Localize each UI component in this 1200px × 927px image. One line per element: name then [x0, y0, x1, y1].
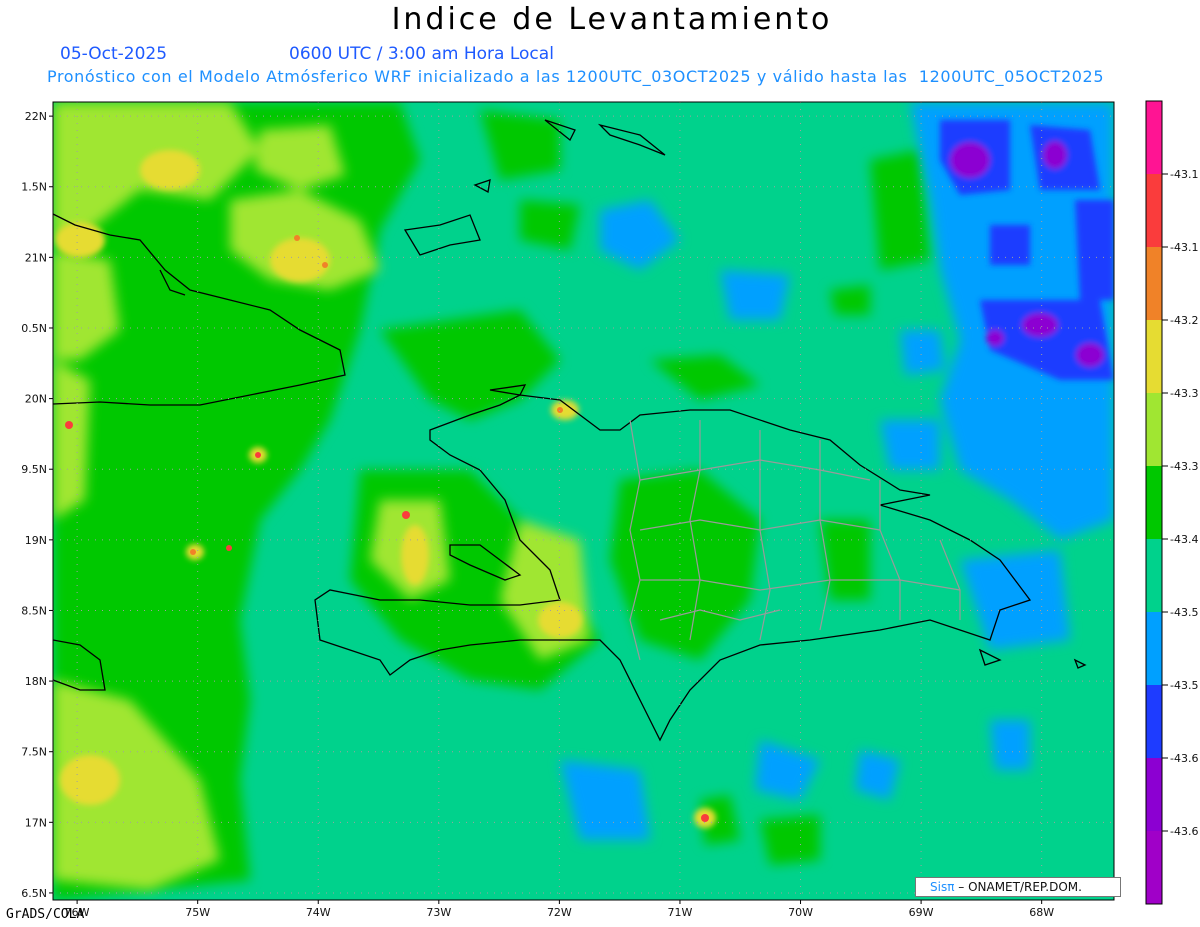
lat-tick-label: 9.5N [21, 463, 47, 476]
colorbar-label: -43.2 [1170, 314, 1198, 327]
watermark-box: Sisπ – ONAMET/REP.DOM. [915, 877, 1121, 897]
colorbar-swatch [1146, 612, 1162, 685]
colorbar-label: -43.1 [1170, 241, 1198, 254]
colorbar-swatch [1146, 101, 1162, 174]
lat-tick-label: 20N [25, 393, 47, 406]
lifted-index-map: 22N 1.5N 21N 0.5N 20N 9.5N 19N 8.5N 18N 7.5N 17N 6.… [21, 100, 1198, 919]
colorbar-label: -43.4 [1170, 533, 1198, 546]
lon-tick-label: 69W [909, 906, 934, 919]
forecast-date: 05-Oct-2025 [60, 44, 168, 64]
sis-logo: Sisπ [930, 880, 955, 894]
lon-tick-label: 68W [1029, 906, 1054, 919]
latitude-axis: 22N 1.5N 21N 0.5N 20N 9.5N 19N 8.5N 18N 7.5N 17N 6.… [21, 110, 53, 900]
forecast-field [53, 102, 1114, 900]
forecast-description: Pronóstico con el Modelo Atmósferico WRF… [47, 67, 1105, 86]
colorbar-swatch [1146, 174, 1162, 247]
lat-tick-label: 19N [25, 534, 47, 547]
colorbar-swatch [1146, 758, 1162, 831]
map-title: Indice de Levantamiento [391, 2, 833, 37]
lon-tick-label: 70W [788, 906, 813, 919]
lon-tick-label: 71W [668, 906, 693, 919]
lat-tick-label: 17N [25, 816, 47, 829]
colorbar-label: -43.3 [1170, 387, 1198, 400]
lat-tick-label: 22N [25, 110, 47, 123]
colorbar-swatch [1146, 685, 1162, 758]
grads-credit: GrADS/COLA [6, 907, 85, 922]
lat-tick-label: 18N [25, 675, 47, 688]
colorbar-swatch [1146, 393, 1162, 466]
forecast-time: 0600 UTC / 3:00 am Hora Local [289, 44, 554, 64]
lat-tick-label: 0.5N [21, 322, 47, 335]
lat-tick-label: 8.5N [21, 604, 47, 617]
lon-tick-label: 73W [426, 906, 451, 919]
lat-tick-label: 6.5N [21, 887, 47, 900]
colorbar-swatch [1146, 831, 1162, 904]
colorbar-swatch [1146, 247, 1162, 320]
lat-tick-label: 21N [25, 251, 47, 264]
lon-tick-label: 75W [185, 906, 210, 919]
colorbar: -43.1 -43.1 -43.2 -43.3 -43.3 -43.4 -43.5 -43.5… [1145, 100, 1198, 905]
colorbar-label: -43.6 [1170, 752, 1198, 765]
lat-tick-label: 7.5N [21, 746, 47, 759]
colorbar-label: -43.6 [1170, 825, 1198, 838]
lat-tick-label: 1.5N [21, 181, 47, 194]
colorbar-label: -43.5 [1170, 679, 1198, 692]
colorbar-swatch [1146, 466, 1162, 539]
longitude-axis: 76W 75W 74W 73W 72W 71W 70W 69W 68W [65, 900, 1054, 919]
colorbar-label: -43.5 [1170, 606, 1198, 619]
lon-tick-label: 74W [306, 906, 331, 919]
colorbar-label: -43.1 [1170, 168, 1198, 181]
colorbar-label: -43.3 [1170, 460, 1198, 473]
lon-tick-label: 72W [547, 906, 572, 919]
colorbar-swatch [1146, 320, 1162, 393]
colorbar-swatch [1146, 539, 1162, 612]
watermark-org: – ONAMET/REP.DOM. [954, 880, 1082, 894]
